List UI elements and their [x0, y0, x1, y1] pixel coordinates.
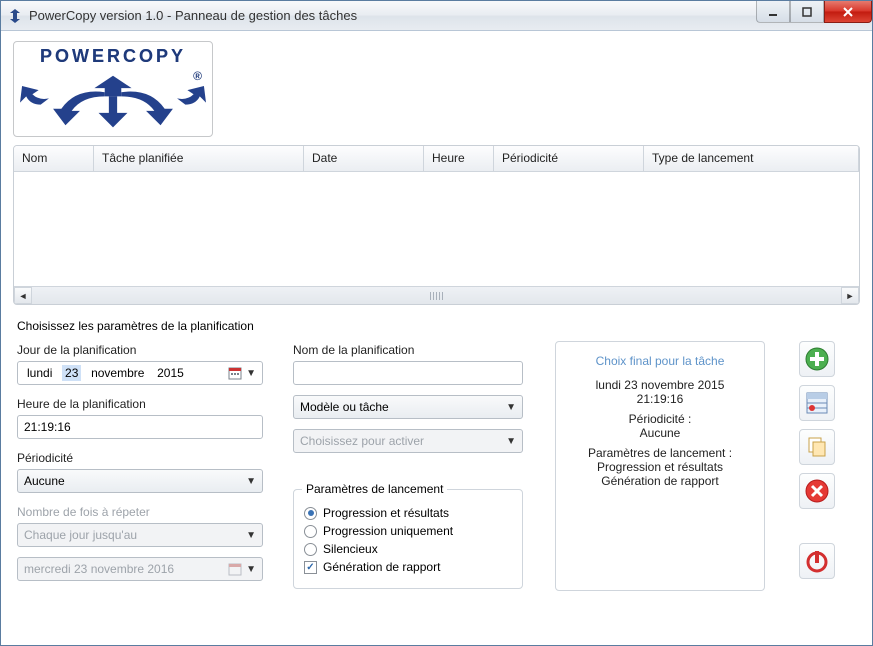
day-picker[interactable]: lundi 23 novembre 2015 ▼ — [17, 361, 263, 385]
time-label: Heure de la planification — [17, 397, 263, 411]
choose-to-activate-select: Choisissez pour activer ▼ — [293, 429, 523, 453]
table-body[interactable] — [14, 172, 859, 286]
repeat-select: Chaque jour jusqu'au ▼ — [17, 523, 263, 547]
chevron-down-icon[interactable]: ▼ — [246, 368, 256, 379]
time-value: 21:19:16 — [24, 420, 71, 434]
launch-params-legend: Paramètres de lancement — [302, 482, 447, 496]
tasks-table: Nom Tâche planifiée Date Heure Périodici… — [13, 145, 860, 305]
periodicity-value: Aucune — [24, 474, 65, 488]
chevron-down-icon: ▼ — [506, 436, 516, 447]
opt-progress-only[interactable]: Progression uniquement — [304, 524, 512, 538]
titlebar[interactable]: PowerCopy version 1.0 - Panneau de gesti… — [1, 1, 872, 31]
app-logo: POWERCOPY ® — [13, 41, 213, 137]
day-label: Jour de la planification — [17, 343, 263, 357]
window-buttons — [756, 1, 872, 30]
app-icon — [7, 8, 23, 24]
chevron-down-icon: ▼ — [506, 402, 516, 413]
time-input[interactable]: 21:19:16 — [17, 415, 263, 439]
scroll-right-button[interactable]: ► — [841, 287, 859, 304]
day-day: 23 — [62, 365, 81, 381]
col-type[interactable]: Type de lancement — [644, 146, 859, 171]
chevron-down-icon: ▼ — [246, 564, 256, 575]
chevron-down-icon: ▼ — [246, 530, 256, 541]
summary-time: 21:19:16 — [566, 392, 754, 406]
client-area: POWERCOPY ® Nom Tâche plan — [1, 31, 872, 645]
until-value: mercredi 23 novembre 2016 — [24, 562, 174, 576]
day-dow: lundi — [24, 365, 55, 381]
add-task-button[interactable] — [799, 341, 835, 377]
summary-period-label: Périodicité : — [566, 412, 754, 426]
plan-name-label: Nom de la planification — [293, 343, 523, 357]
until-date-picker: mercredi 23 novembre 2016 ▼ — [17, 557, 263, 581]
schedule-params-column: Jour de la planification lundi 23 novemb… — [17, 341, 263, 591]
action-buttons-column — [799, 341, 835, 591]
periodicity-select[interactable]: Aucune ▼ — [17, 469, 263, 493]
logo-text: POWERCOPY — [20, 46, 206, 67]
radio-icon[interactable] — [304, 525, 317, 538]
repeat-value: Chaque jour jusqu'au — [24, 528, 137, 542]
summary-date: lundi 23 novembre 2015 — [566, 378, 754, 392]
model-or-task-placeholder: Modèle ou tâche — [300, 400, 389, 414]
scroll-track[interactable] — [32, 287, 841, 304]
launch-params-fieldset: Paramètres de lancement Progression et r… — [293, 489, 523, 589]
col-periodicite[interactable]: Périodicité — [494, 146, 644, 171]
calendar-icon — [226, 561, 244, 577]
summary-launch-line2: Génération de rapport — [566, 474, 754, 488]
maximize-button[interactable] — [790, 1, 824, 23]
app-window: PowerCopy version 1.0 - Panneau de gesti… — [0, 0, 873, 646]
day-month: novembre — [88, 365, 147, 381]
schedule-task-button[interactable] — [799, 385, 835, 421]
radio-icon[interactable] — [304, 507, 317, 520]
summary-launch-line1: Progression et résultats — [566, 460, 754, 474]
repeat-label: Nombre de fois à répeter — [17, 505, 263, 519]
power-exit-button[interactable] — [799, 543, 835, 579]
day-year: 2015 — [154, 365, 187, 381]
opt-progress-results[interactable]: Progression et résultats — [304, 506, 512, 520]
periodicity-label: Périodicité — [17, 451, 263, 465]
summary-head: Choix final pour la tâche — [566, 354, 754, 368]
plan-name-input[interactable] — [293, 361, 523, 385]
horizontal-scrollbar[interactable]: ◄ ► — [14, 286, 859, 304]
summary-launch-label: Paramètres de lancement : — [566, 446, 754, 460]
col-heure[interactable]: Heure — [424, 146, 494, 171]
scroll-grip-icon — [430, 292, 444, 300]
registered-icon: ® — [193, 69, 202, 83]
calendar-icon[interactable] — [226, 365, 244, 381]
col-tache[interactable]: Tâche planifiée — [94, 146, 304, 171]
opt-report[interactable]: Génération de rapport — [304, 560, 512, 574]
radio-icon[interactable] — [304, 543, 317, 556]
choose-to-activate-placeholder: Choisissez pour activer — [300, 434, 424, 448]
close-button[interactable] — [824, 1, 872, 23]
window-title: PowerCopy version 1.0 - Panneau de gesti… — [29, 8, 756, 23]
section-title: Choisissez les paramètres de la planific… — [17, 319, 860, 333]
col-date[interactable]: Date — [304, 146, 424, 171]
plan-name-column: Nom de la planification Modèle ou tâche … — [293, 341, 523, 591]
delete-task-button[interactable] — [799, 473, 835, 509]
scroll-left-button[interactable]: ◄ — [14, 287, 32, 304]
summary-period-value: Aucune — [566, 426, 754, 440]
model-or-task-select[interactable]: Modèle ou tâche ▼ — [293, 395, 523, 419]
minimize-button[interactable] — [756, 1, 790, 23]
summary-panel: Choix final pour la tâche lundi 23 novem… — [555, 341, 765, 591]
copy-task-button[interactable] — [799, 429, 835, 465]
opt-silent[interactable]: Silencieux — [304, 542, 512, 556]
col-nom[interactable]: Nom — [14, 146, 94, 171]
checkbox-icon[interactable] — [304, 561, 317, 574]
table-header: Nom Tâche planifiée Date Heure Périodici… — [14, 146, 859, 172]
chevron-down-icon: ▼ — [246, 476, 256, 487]
